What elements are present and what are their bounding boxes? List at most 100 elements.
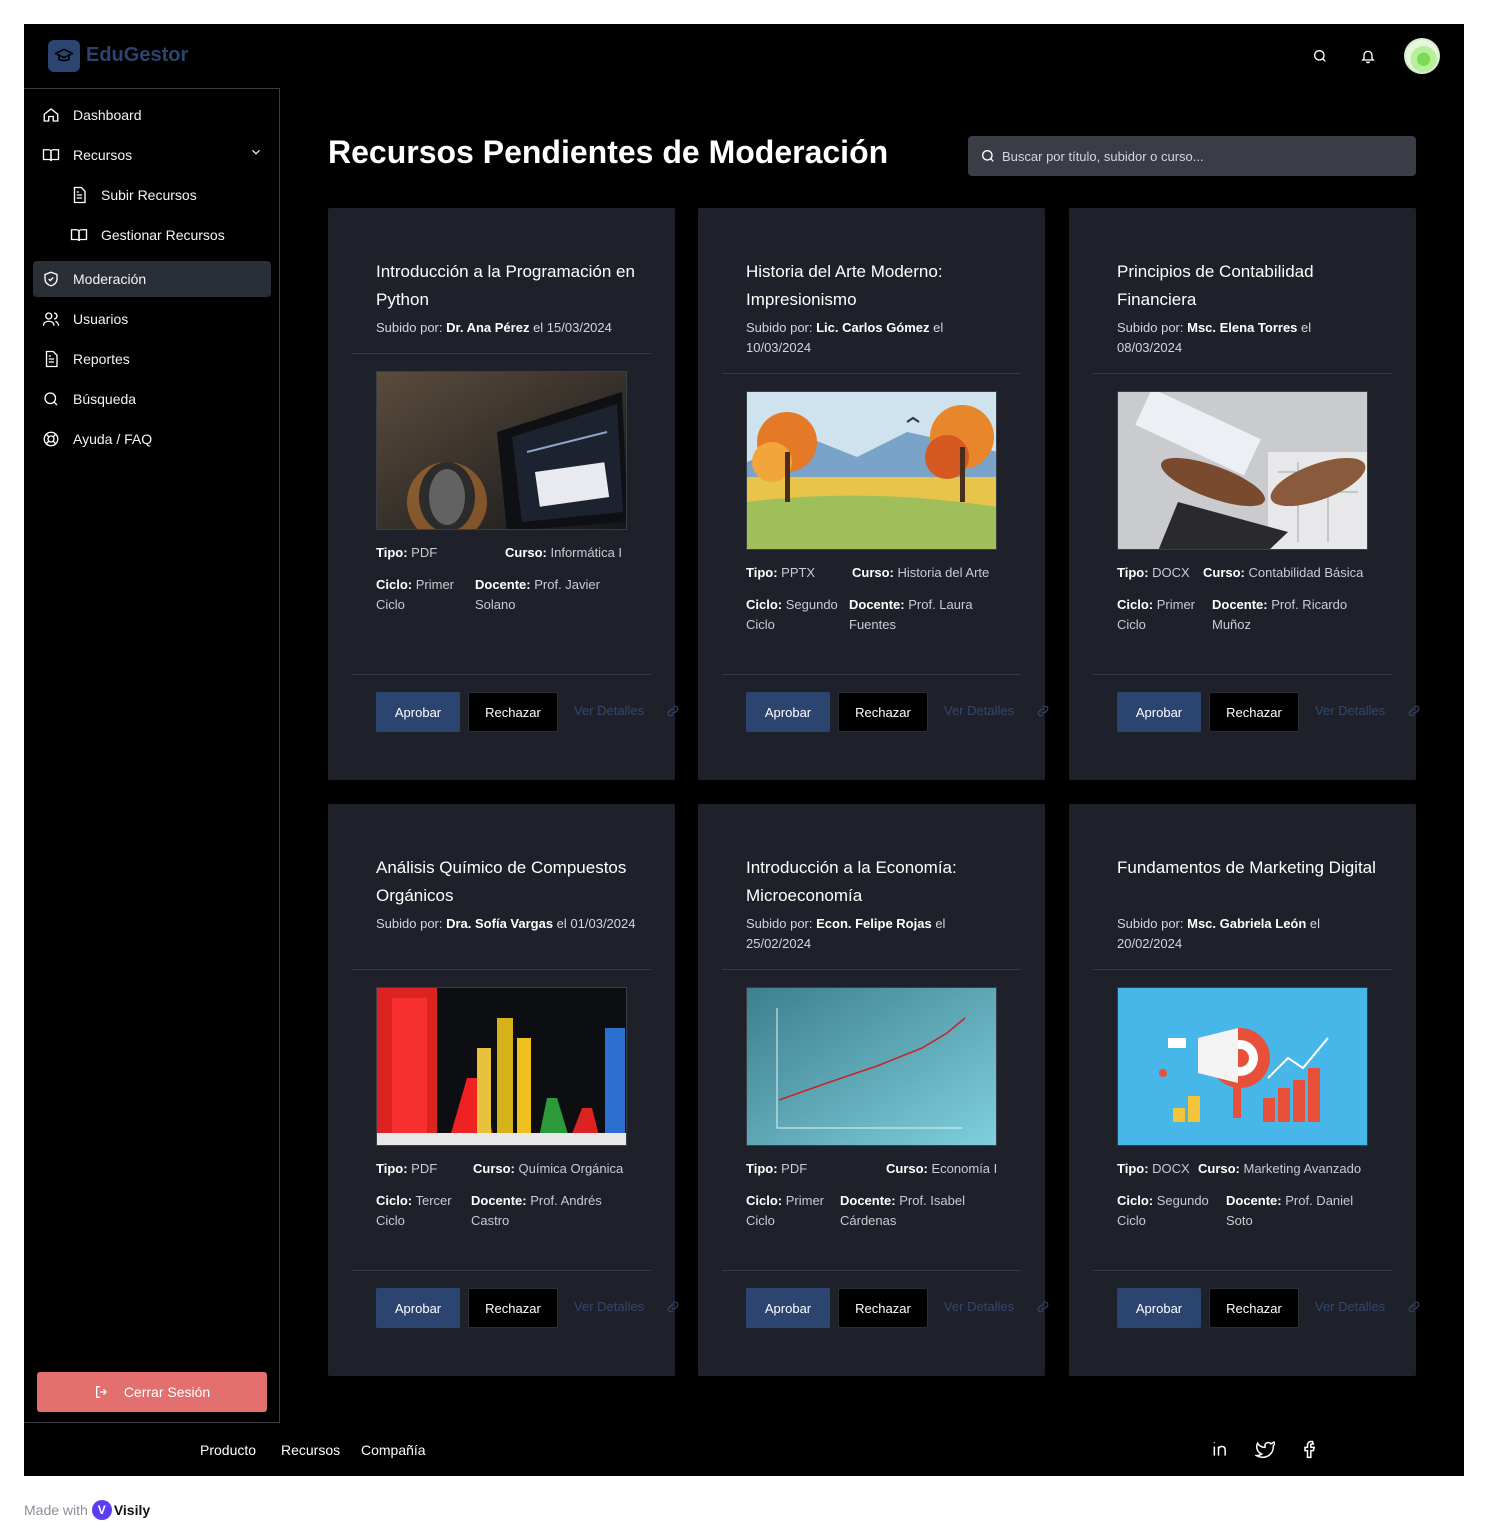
sidebar-item-label: Recursos xyxy=(73,147,133,163)
landscape-painting xyxy=(746,391,997,550)
approve-button[interactable]: Aprobar xyxy=(746,1288,830,1328)
reject-button[interactable]: Rechazar xyxy=(838,692,928,732)
card-divider xyxy=(352,674,651,675)
users-icon xyxy=(41,309,61,329)
upload-date: 20/02/2024 xyxy=(1117,936,1183,951)
uploaded-by-label: Subido por: xyxy=(376,916,447,931)
link-icon[interactable] xyxy=(1407,704,1421,723)
uploaded-by-label: Subido por: xyxy=(746,916,817,931)
upload-date: 10/03/2024 xyxy=(746,340,812,355)
reject-button[interactable]: Rechazar xyxy=(468,1288,558,1328)
card-type: Tipo: PDF xyxy=(376,543,437,563)
facebook-icon[interactable] xyxy=(1299,1438,1321,1460)
view-details-link[interactable]: Ver Detalles xyxy=(944,703,1014,718)
app-logo-text[interactable]: EduGestor xyxy=(86,44,188,67)
date-connector: el xyxy=(929,320,944,335)
resource-card: Introducción a la Economía: Microeconomí… xyxy=(698,804,1049,1376)
uploader-name: Msc. Elena Torres xyxy=(1187,320,1298,335)
made-with-badge[interactable]: Made with V Visily xyxy=(24,1500,150,1520)
approve-button[interactable]: Aprobar xyxy=(1117,692,1201,732)
bell-icon[interactable] xyxy=(1358,46,1378,66)
view-details-link[interactable]: Ver Detalles xyxy=(1315,1299,1385,1314)
type-label: Tipo: xyxy=(376,545,408,560)
approve-button[interactable]: Aprobar xyxy=(376,1288,460,1328)
uploaded-by-label: Subido por: xyxy=(376,320,447,335)
search-icon xyxy=(982,150,994,162)
reject-button[interactable]: Rechazar xyxy=(1209,1288,1299,1328)
card-actions: Aprobar Rechazar Ver Detalles xyxy=(746,1288,1066,1328)
card-divider xyxy=(352,353,651,354)
card-actions: Aprobar Rechazar Ver Detalles xyxy=(1117,1288,1437,1328)
sidebar-item-subir-recursos[interactable]: Subir Recursos xyxy=(33,177,271,213)
footer-link-compania[interactable]: Compañía xyxy=(361,1442,426,1458)
course-value: Economía I xyxy=(927,1161,998,1176)
card-title: Análisis Químico de Compuestos Orgánicos xyxy=(376,858,627,905)
sidebar-item-gestionar-recursos[interactable]: Gestionar Recursos xyxy=(33,217,271,253)
cycle-label: Ciclo: xyxy=(1117,597,1154,612)
reject-button[interactable]: Rechazar xyxy=(468,692,558,732)
course-value: Contabilidad Básica xyxy=(1244,565,1364,580)
resource-card: Historia del Arte Moderno: Impresionismo… xyxy=(698,208,1049,780)
linkedin-icon[interactable] xyxy=(1210,1438,1232,1460)
app-frame: EduGestor Dashboard Recursos Subir Recur… xyxy=(24,24,1464,1476)
card-course: Curso: Química Orgánica xyxy=(473,1159,623,1179)
link-icon[interactable] xyxy=(666,1300,680,1319)
card-divider xyxy=(722,969,1021,970)
link-icon[interactable] xyxy=(1407,1300,1421,1319)
reject-button[interactable]: Rechazar xyxy=(838,1288,928,1328)
teacher-label: Docente: xyxy=(1226,1193,1282,1208)
sidebar-item-label: Búsqueda xyxy=(73,391,137,407)
chevron-down-icon[interactable] xyxy=(249,145,263,162)
visily-brand: Visily xyxy=(113,1502,151,1518)
sidebar-item-ayuda[interactable]: Ayuda / FAQ xyxy=(33,421,271,457)
approve-button[interactable]: Aprobar xyxy=(376,692,460,732)
sidebar-item-recursos[interactable]: Recursos xyxy=(33,137,271,173)
sidebar-item-busqueda[interactable]: Búsqueda xyxy=(33,381,271,417)
view-details-link[interactable]: Ver Detalles xyxy=(1315,703,1385,718)
footer-link-recursos[interactable]: Recursos xyxy=(281,1442,340,1458)
link-icon[interactable] xyxy=(1036,704,1050,723)
file-icon xyxy=(41,349,61,369)
course-label: Curso: xyxy=(1203,565,1245,580)
card-actions: Aprobar Rechazar Ver Detalles xyxy=(376,692,696,732)
book-icon xyxy=(41,145,61,165)
type-label: Tipo: xyxy=(1117,565,1149,580)
card-teacher: Docente: Prof. Laura Fuentes xyxy=(849,595,1005,635)
sidebar-item-dashboard[interactable]: Dashboard xyxy=(33,97,271,133)
page-title: Recursos Pendientes de Moderación xyxy=(328,134,889,170)
sidebar-item-reportes[interactable]: Reportes xyxy=(33,341,271,377)
twitter-icon[interactable] xyxy=(1254,1438,1276,1460)
logout-button[interactable]: Cerrar Sesión xyxy=(37,1372,267,1412)
search-bar[interactable] xyxy=(968,136,1416,176)
approve-button[interactable]: Aprobar xyxy=(746,692,830,732)
view-details-link[interactable]: Ver Detalles xyxy=(944,1299,1014,1314)
card-type: Tipo: PDF xyxy=(376,1159,437,1179)
approve-button[interactable]: Aprobar xyxy=(1117,1288,1201,1328)
footer-link-producto[interactable]: Producto xyxy=(200,1442,256,1458)
card-divider xyxy=(1093,373,1392,374)
course-label: Curso: xyxy=(473,1161,515,1176)
card-type: Tipo: PDF xyxy=(746,1159,807,1179)
avatar[interactable] xyxy=(1404,38,1440,74)
reject-button[interactable]: Rechazar xyxy=(1209,692,1299,732)
card-title: Principios de Contabilidad Financiera xyxy=(1117,262,1314,309)
card-title: Fundamentos de Marketing Digital xyxy=(1117,858,1376,877)
search-input[interactable] xyxy=(1002,148,1382,164)
sidebar-item-label: Usuarios xyxy=(73,311,129,327)
sidebar-item-moderacion[interactable]: Moderación xyxy=(33,261,271,297)
link-icon[interactable] xyxy=(1036,1300,1050,1319)
date-connector: el xyxy=(529,320,547,335)
card-divider xyxy=(722,1270,1021,1271)
date-connector: el xyxy=(553,916,571,931)
search-icon[interactable] xyxy=(1310,46,1330,66)
resource-card: Análisis Químico de Compuestos Orgánicos… xyxy=(328,804,679,1376)
link-icon[interactable] xyxy=(666,704,680,723)
view-details-link[interactable]: Ver Detalles xyxy=(574,703,644,718)
teacher-label: Docente: xyxy=(1212,597,1268,612)
card-uploader: Subido por: Msc. Gabriela León el 20/02/… xyxy=(1117,914,1377,954)
teacher-label: Docente: xyxy=(475,577,531,592)
visily-logo-icon: V xyxy=(91,1500,112,1520)
view-details-link[interactable]: Ver Detalles xyxy=(574,1299,644,1314)
upload-date: 25/02/2024 xyxy=(746,936,812,951)
sidebar-item-usuarios[interactable]: Usuarios xyxy=(33,301,271,337)
